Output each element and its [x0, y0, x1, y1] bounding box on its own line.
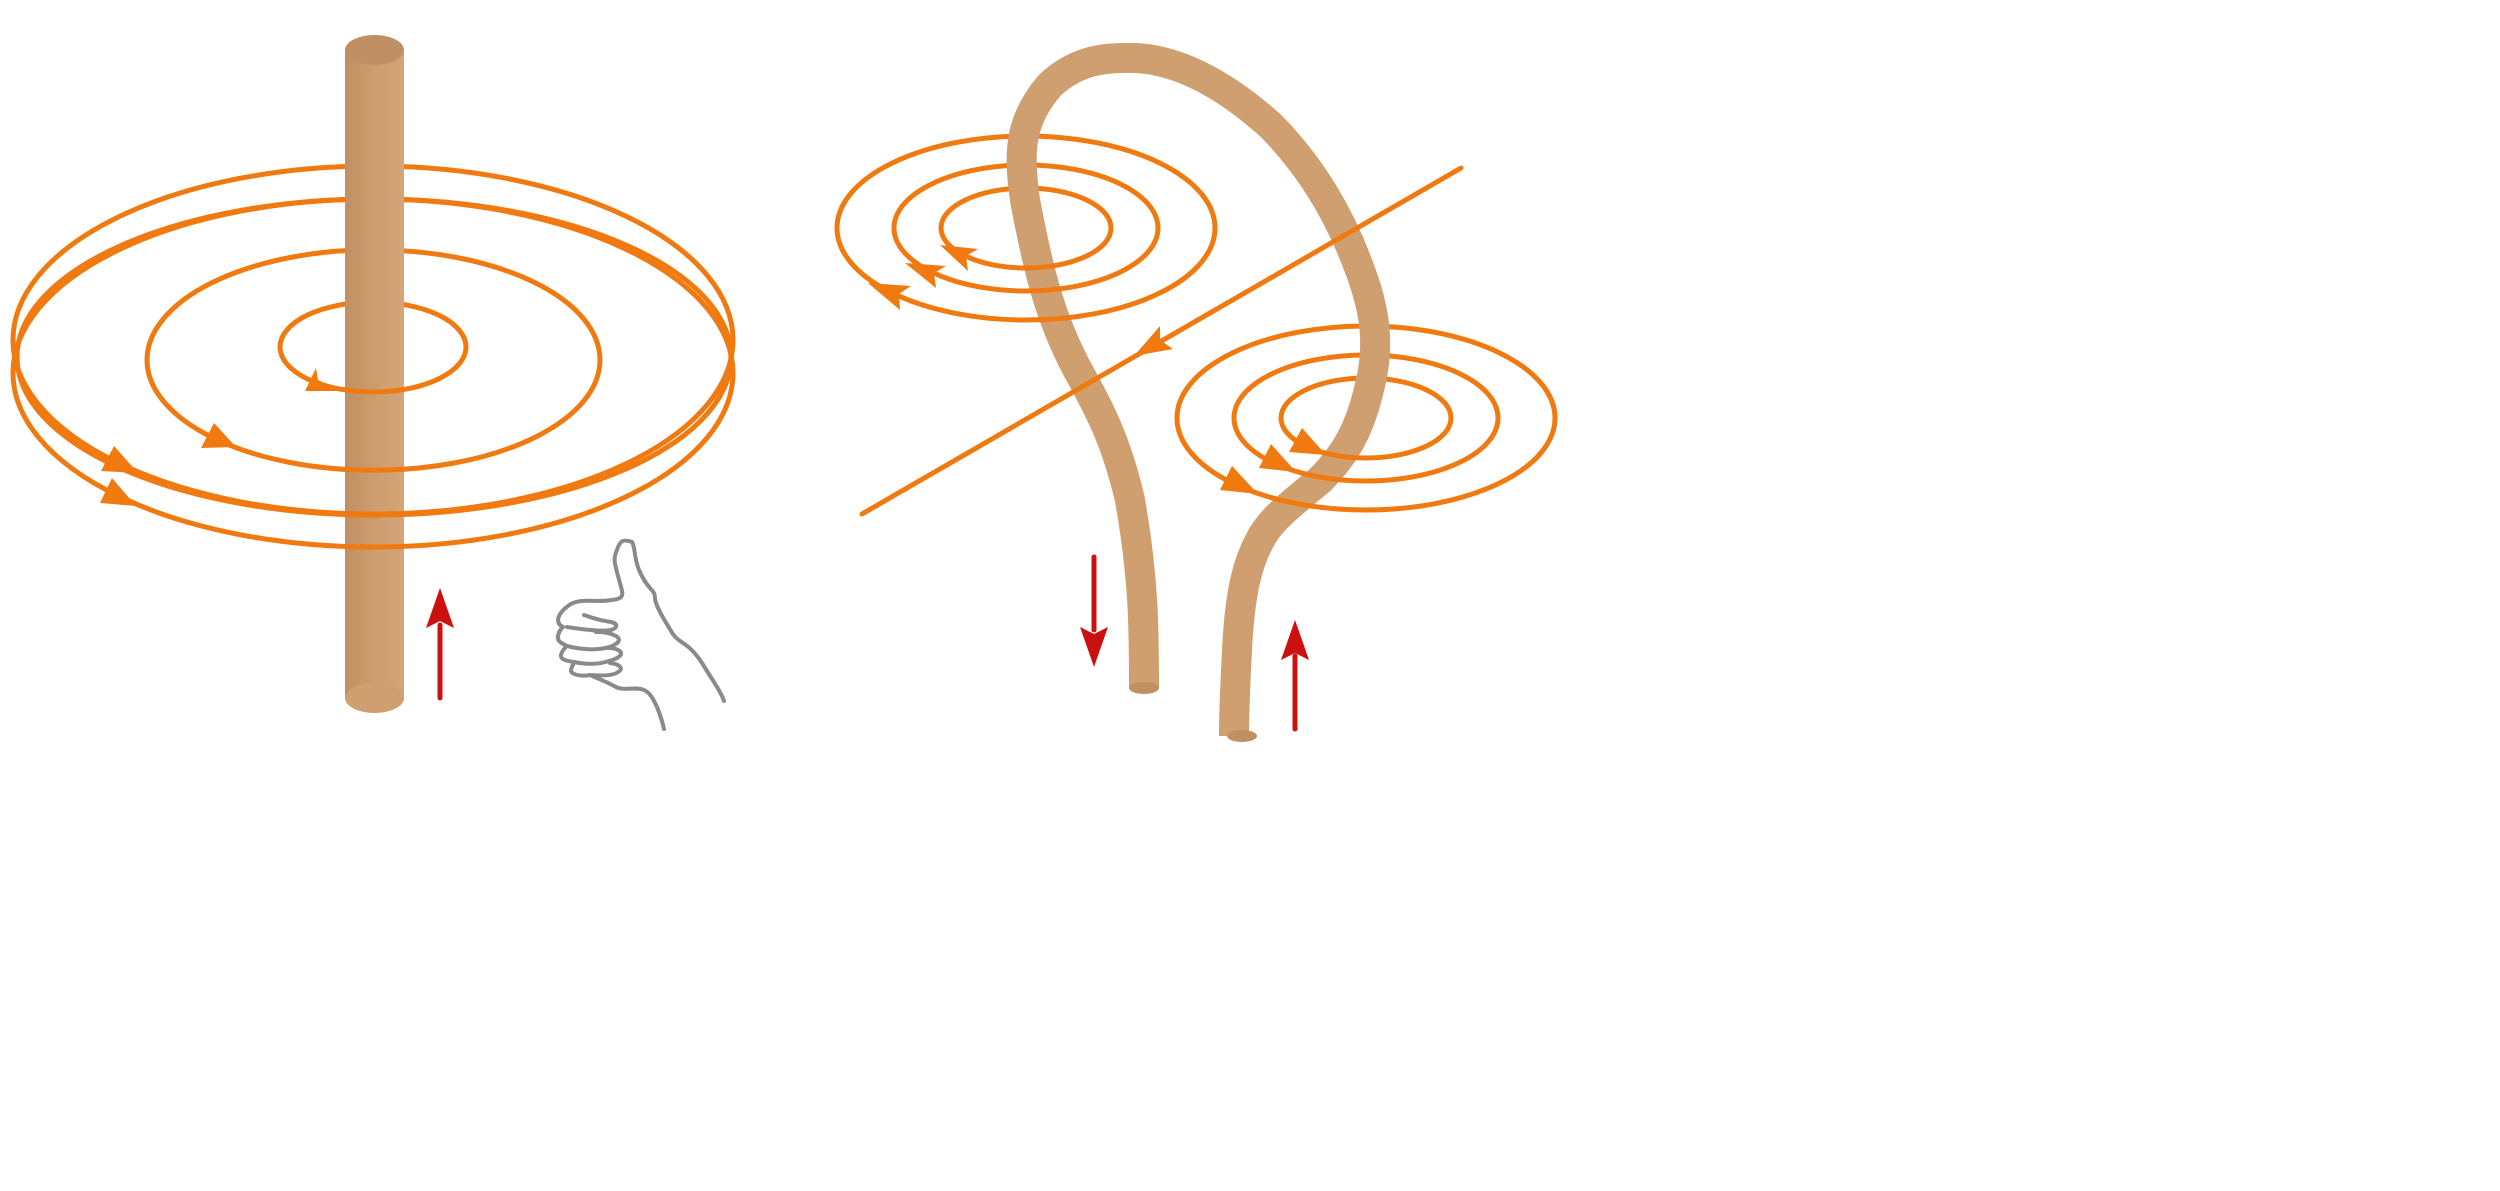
straight-wire-top-cap [345, 35, 404, 65]
bent-wire [1006, 42, 1391, 742]
field-arrowheads-left [100, 368, 340, 506]
bent-wire-body [1006, 42, 1391, 737]
straight-wire-panel [10, 35, 736, 731]
straight-wire-bottom-cap [345, 683, 404, 713]
field-arrow-icon [1134, 326, 1173, 356]
current-arrow-down-icon [1080, 554, 1108, 667]
right-hand-thumb-up-icon [555, 538, 726, 731]
bent-wire-panel [834, 42, 1558, 742]
straight-wire [345, 35, 404, 713]
straight-wire-body [345, 50, 404, 698]
current-arrow-up-icon [426, 588, 454, 701]
bent-wire-end-cap-left [1129, 682, 1159, 694]
field-arrow-icon [1220, 466, 1258, 494]
bent-wire-end-cap-right [1227, 730, 1257, 742]
field-arrow-icon [100, 478, 136, 506]
magnetic-field-diagram [0, 0, 2500, 1191]
field-arrow-icon [1259, 444, 1296, 472]
diagram-canvas [10, 35, 1558, 742]
current-arrow-up-icon [1281, 620, 1309, 732]
